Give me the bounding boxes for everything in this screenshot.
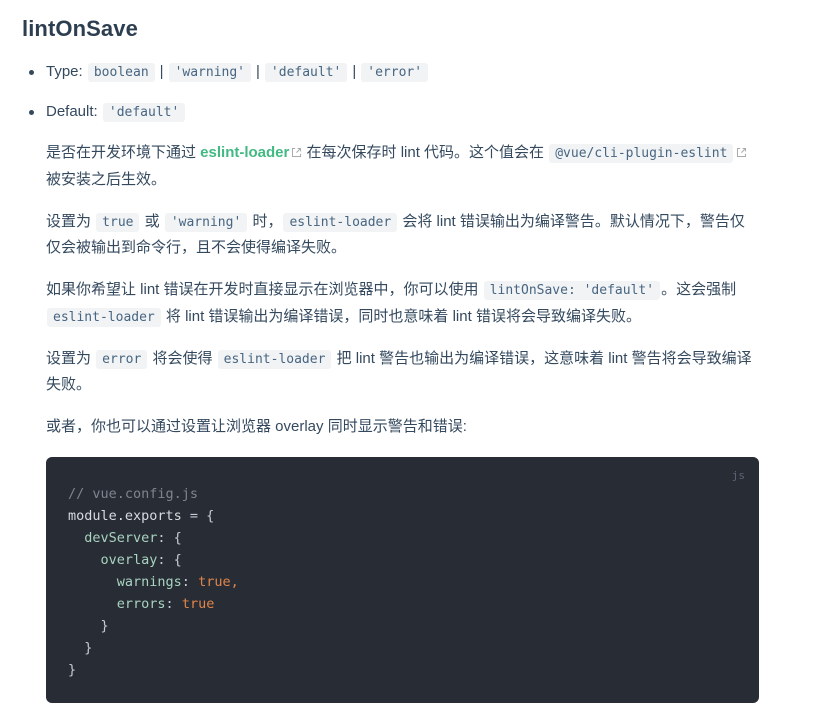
p4-text-2: 将会使得: [148, 349, 217, 367]
code-token-warnings: warnings: [68, 573, 182, 590]
p3-text-2: 。这会强制: [661, 281, 737, 299]
code-language-label: js: [731, 468, 745, 482]
code-token-overlay: overlay: [68, 551, 158, 568]
p5-text-1: 或者，你也可以通过设置让浏览器 overlay 同时显示警告和错误:: [46, 418, 467, 436]
type-value-warning: 'warning': [168, 63, 252, 83]
p2-text-3: 时，: [248, 212, 283, 230]
code-warning: 'warning': [164, 212, 248, 232]
type-label: Type:: [46, 63, 83, 81]
code-line-comment: // vue.config.js: [68, 485, 199, 502]
p1-text-2: 在每次保存时 lint 代码。这个值会在: [302, 144, 549, 162]
p4-text-1: 设置为: [46, 349, 96, 367]
code-line-close-devserver: }: [68, 639, 93, 656]
code-token-warnings-value: true: [198, 573, 231, 590]
code-token-warnings-colon: :: [181, 573, 199, 590]
code-lintonsave-default: lintOnSave: 'default': [483, 281, 661, 301]
type-value-boolean: boolean: [87, 63, 155, 83]
paragraph-warning-mode: 设置为 true 或 'warning' 时， eslint-loader 会将 …: [46, 209, 759, 262]
code-token-errors: errors: [68, 595, 166, 612]
code-token-devserver-brace: : {: [157, 529, 182, 546]
code-eslint-loader-p4: eslint-loader: [217, 349, 332, 369]
code-block-vue-config: js // vue.config.js module.exports = { de…: [46, 456, 759, 703]
eslint-loader-link[interactable]: eslint-loader: [200, 144, 289, 161]
external-link-icon: [291, 147, 302, 158]
code-token-errors-colon: :: [165, 595, 182, 612]
p1-text-3: 被安装之后生效。: [46, 170, 167, 188]
code-token-errors-value: true: [181, 595, 215, 612]
p3-text-3: 将 lint 错误输出为编译错误，同时也意味着 lint 错误将会导致编译失败。: [161, 307, 641, 325]
code-token-warnings-comma: ,: [230, 573, 239, 590]
paragraph-overlay-intro: 或者，你也可以通过设置让浏览器 overlay 同时显示警告和错误:: [46, 414, 759, 440]
external-link-icon-2: [736, 147, 747, 158]
default-value: 'default': [102, 103, 186, 123]
code-eslint-loader-p2: eslint-loader: [283, 212, 398, 232]
code-error: error: [96, 349, 148, 369]
type-separator-2: |: [256, 63, 260, 81]
page-title: lintOnSave: [22, 16, 138, 41]
type-value-error: 'error': [361, 63, 429, 83]
default-label: Default:: [46, 103, 98, 121]
p1-text-1: 是否在开发环境下通过: [46, 144, 201, 162]
paragraph-intro: 是否在开发环境下通过 eslint-loader 在每次保存时 lint 代码。…: [46, 140, 759, 193]
code-eslint-loader-p3: eslint-loader: [47, 307, 161, 327]
code-vue-cli-plugin-eslint: @vue/cli-plugin-eslint: [549, 144, 734, 164]
type-separator-1: |: [159, 63, 164, 81]
document-page: lintOnSave Type: boolean |'warning' |'defa…: [0, 0, 831, 703]
list-item-type: Type: boolean |'warning' |'default' |'error…: [22, 60, 763, 84]
code-token-module-exports: module.exports: [68, 507, 182, 524]
code-line-close-module: }: [68, 661, 77, 678]
code-token-overlay-brace: : {: [157, 551, 182, 568]
option-meta-list: Type: boolean |'warning' |'default' |'error…: [22, 60, 763, 124]
list-item-default: Default: 'default': [22, 100, 763, 124]
paragraph-error-mode: 设置为 error 将会使得 eslint-loader 把 lint 警告也输…: [46, 346, 759, 399]
paragraph-default-mode: 如果你希望让 lint 错误在开发时直接显示在浏览器中，你可以使用 lintOn…: [46, 277, 759, 330]
type-separator-3: |: [352, 63, 357, 81]
type-value-default: 'default': [264, 63, 348, 83]
code-line-close-overlay: }: [68, 617, 109, 634]
code-token-devserver: devServer: [68, 529, 158, 546]
code-token-assign: = {: [181, 507, 215, 524]
code-true: true: [96, 212, 140, 232]
p2-text-1: 设置为: [46, 212, 96, 230]
description-body: 是否在开发环境下通过 eslint-loader 在每次保存时 lint 代码。…: [22, 140, 763, 703]
p2-text-2: 或: [140, 212, 164, 230]
p3-text-1: 如果你希望让 lint 错误在开发时直接显示在浏览器中，你可以使用: [46, 281, 483, 299]
